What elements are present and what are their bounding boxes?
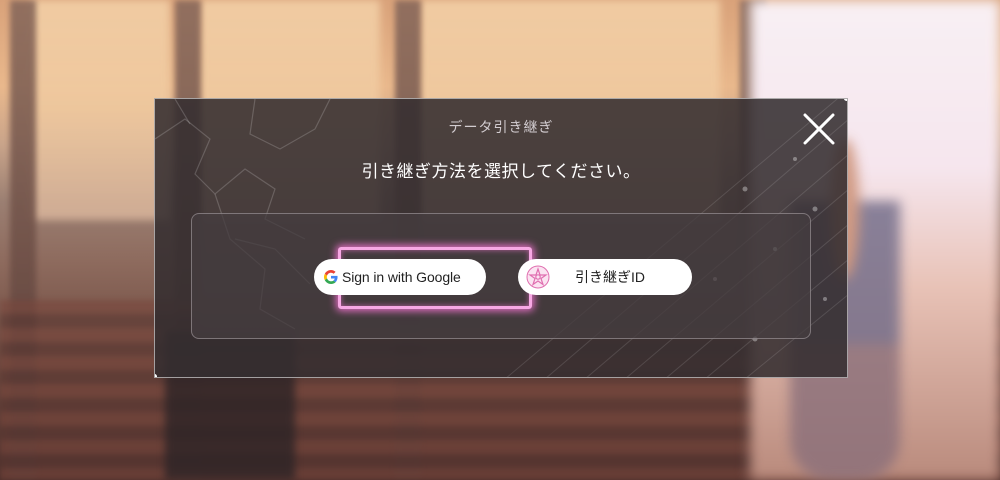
options-panel: Sign in with Google 引き継ぎID [191, 213, 811, 339]
window-pane [30, 0, 170, 220]
data-transfer-dialog: データ引き継ぎ 引き継ぎ方法を選択してください。 Sign in with Go… [154, 98, 848, 378]
dialog-title: データ引き継ぎ [448, 120, 554, 136]
corner-dot [155, 374, 157, 377]
google-button-label: Sign in with Google [342, 269, 461, 285]
sign-in-with-google-button[interactable]: Sign in with Google [314, 259, 486, 295]
google-g-icon [324, 270, 338, 284]
close-icon [803, 113, 835, 145]
corner-dot [844, 99, 847, 101]
transfer-id-label: 引き継ぎID [575, 269, 645, 285]
close-button[interactable] [799, 109, 839, 149]
transfer-id-button[interactable]: 引き継ぎID [518, 259, 692, 295]
flower-emblem-icon [526, 265, 550, 289]
dialog-prompt: 引き継ぎ方法を選択してください。 [361, 162, 641, 182]
